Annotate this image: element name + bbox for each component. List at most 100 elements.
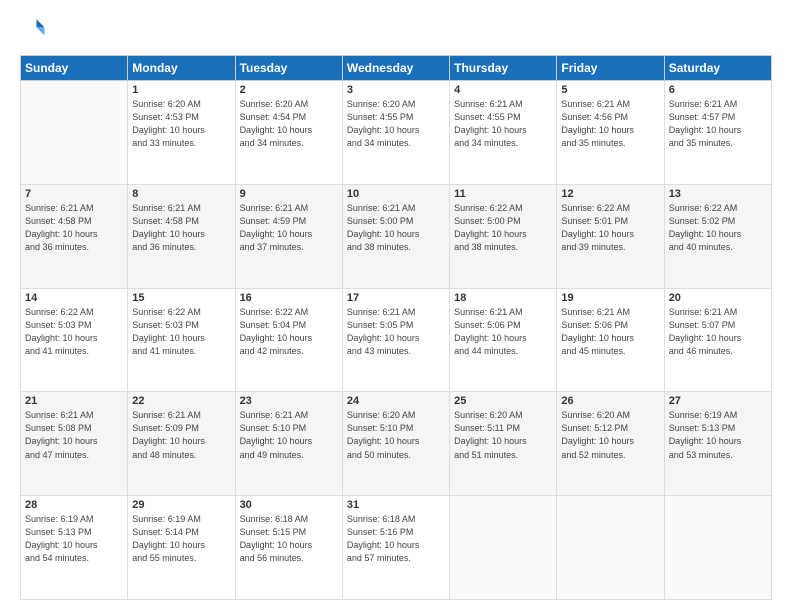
calendar-day-cell bbox=[664, 496, 771, 600]
logo bbox=[20, 16, 46, 45]
day-info: Sunrise: 6:21 AM Sunset: 5:07 PM Dayligh… bbox=[669, 306, 767, 358]
day-number: 21 bbox=[25, 395, 123, 407]
day-number: 3 bbox=[347, 84, 445, 96]
day-info: Sunrise: 6:20 AM Sunset: 5:11 PM Dayligh… bbox=[454, 409, 552, 461]
day-number: 8 bbox=[132, 188, 230, 200]
calendar-day-cell: 2 Sunrise: 6:20 AM Sunset: 4:54 PM Daylig… bbox=[235, 81, 342, 185]
day-number: 2 bbox=[240, 84, 338, 96]
day-number: 16 bbox=[240, 292, 338, 304]
day-info: Sunrise: 6:21 AM Sunset: 5:10 PM Dayligh… bbox=[240, 409, 338, 461]
calendar-day-cell: 13 Sunrise: 6:22 AM Sunset: 5:02 PM Dayli… bbox=[664, 184, 771, 288]
day-number: 7 bbox=[25, 188, 123, 200]
day-info: Sunrise: 6:22 AM Sunset: 5:03 PM Dayligh… bbox=[25, 306, 123, 358]
calendar-day-cell: 6Sunrise: 6:21 AM Sunset: 4:57 PM Daylig… bbox=[664, 81, 771, 185]
calendar-body: 1 Sunrise: 6:20 AM Sunset: 4:53 PM Daylig… bbox=[21, 81, 772, 600]
calendar-day-cell: 31 Sunrise: 6:18 AM Sunset: 5:16 PM Dayli… bbox=[342, 496, 449, 600]
day-info: Sunrise: 6:22 AM Sunset: 5:04 PM Dayligh… bbox=[240, 306, 338, 358]
weekday-header: Thursday bbox=[450, 56, 557, 81]
day-number: 13 bbox=[669, 188, 767, 200]
day-number: 22 bbox=[132, 395, 230, 407]
day-number: 1 bbox=[132, 84, 230, 96]
day-number: 6 bbox=[669, 84, 767, 96]
calendar-day-cell: 7 Sunrise: 6:21 AM Sunset: 4:58 PM Daylig… bbox=[21, 184, 128, 288]
calendar-table: SundayMondayTuesdayWednesdayThursdayFrid… bbox=[20, 55, 772, 600]
day-number: 20 bbox=[669, 292, 767, 304]
calendar-day-cell: 18 Sunrise: 6:21 AM Sunset: 5:06 PM Dayli… bbox=[450, 288, 557, 392]
calendar-day-cell: 16 Sunrise: 6:22 AM Sunset: 5:04 PM Dayli… bbox=[235, 288, 342, 392]
day-number: 23 bbox=[240, 395, 338, 407]
day-number: 24 bbox=[347, 395, 445, 407]
calendar-day-cell bbox=[557, 496, 664, 600]
day-info: Sunrise: 6:22 AM Sunset: 5:01 PM Dayligh… bbox=[561, 202, 659, 254]
calendar-day-cell: 9Sunrise: 6:21 AM Sunset: 4:59 PM Daylig… bbox=[235, 184, 342, 288]
day-number: 4 bbox=[454, 84, 552, 96]
day-number: 10 bbox=[347, 188, 445, 200]
calendar-day-cell: 11 Sunrise: 6:22 AM Sunset: 5:00 PM Dayli… bbox=[450, 184, 557, 288]
calendar-day-cell: 8 Sunrise: 6:21 AM Sunset: 4:58 PM Daylig… bbox=[128, 184, 235, 288]
day-number: 26 bbox=[561, 395, 659, 407]
day-number: 15 bbox=[132, 292, 230, 304]
day-number: 12 bbox=[561, 188, 659, 200]
calendar-day-cell bbox=[450, 496, 557, 600]
day-info: Sunrise: 6:21 AM Sunset: 5:06 PM Dayligh… bbox=[454, 306, 552, 358]
day-info: Sunrise: 6:21 AM Sunset: 5:05 PM Dayligh… bbox=[347, 306, 445, 358]
day-info: Sunrise: 6:21 AM Sunset: 4:56 PM Dayligh… bbox=[561, 98, 659, 150]
day-info: Sunrise: 6:20 AM Sunset: 5:10 PM Dayligh… bbox=[347, 409, 445, 461]
day-number: 29 bbox=[132, 499, 230, 511]
calendar-day-cell: 12 Sunrise: 6:22 AM Sunset: 5:01 PM Dayli… bbox=[557, 184, 664, 288]
calendar-day-cell: 25 Sunrise: 6:20 AM Sunset: 5:11 PM Dayli… bbox=[450, 392, 557, 496]
calendar-day-cell: 1 Sunrise: 6:20 AM Sunset: 4:53 PM Daylig… bbox=[128, 81, 235, 185]
weekday-header: Sunday bbox=[21, 56, 128, 81]
calendar-day-cell: 5 Sunrise: 6:21 AM Sunset: 4:56 PM Daylig… bbox=[557, 81, 664, 185]
calendar-day-cell: 24 Sunrise: 6:20 AM Sunset: 5:10 PM Dayli… bbox=[342, 392, 449, 496]
day-number: 25 bbox=[454, 395, 552, 407]
day-info: Sunrise: 6:19 AM Sunset: 5:14 PM Dayligh… bbox=[132, 513, 230, 565]
day-info: Sunrise: 6:20 AM Sunset: 4:55 PM Dayligh… bbox=[347, 98, 445, 150]
calendar-header-row: SundayMondayTuesdayWednesdayThursdayFrid… bbox=[21, 56, 772, 81]
calendar-day-cell: 15 Sunrise: 6:22 AM Sunset: 5:03 PM Dayli… bbox=[128, 288, 235, 392]
day-number: 17 bbox=[347, 292, 445, 304]
calendar-week-row: 21Sunrise: 6:21 AM Sunset: 5:08 PM Dayli… bbox=[21, 392, 772, 496]
day-info: Sunrise: 6:21 AM Sunset: 5:00 PM Dayligh… bbox=[347, 202, 445, 254]
day-info: Sunrise: 6:18 AM Sunset: 5:16 PM Dayligh… bbox=[347, 513, 445, 565]
day-info: Sunrise: 6:18 AM Sunset: 5:15 PM Dayligh… bbox=[240, 513, 338, 565]
calendar-day-cell: 21Sunrise: 6:21 AM Sunset: 5:08 PM Dayli… bbox=[21, 392, 128, 496]
calendar-day-cell: 26 Sunrise: 6:20 AM Sunset: 5:12 PM Dayli… bbox=[557, 392, 664, 496]
day-info: Sunrise: 6:21 AM Sunset: 4:59 PM Dayligh… bbox=[240, 202, 338, 254]
day-info: Sunrise: 6:20 AM Sunset: 5:12 PM Dayligh… bbox=[561, 409, 659, 461]
day-info: Sunrise: 6:22 AM Sunset: 5:02 PM Dayligh… bbox=[669, 202, 767, 254]
weekday-header: Wednesday bbox=[342, 56, 449, 81]
day-number: 31 bbox=[347, 499, 445, 511]
day-number: 28 bbox=[25, 499, 123, 511]
day-number: 30 bbox=[240, 499, 338, 511]
day-info: Sunrise: 6:21 AM Sunset: 4:55 PM Dayligh… bbox=[454, 98, 552, 150]
day-info: Sunrise: 6:20 AM Sunset: 4:53 PM Dayligh… bbox=[132, 98, 230, 150]
day-info: Sunrise: 6:22 AM Sunset: 5:03 PM Dayligh… bbox=[132, 306, 230, 358]
calendar-day-cell: 10 Sunrise: 6:21 AM Sunset: 5:00 PM Dayli… bbox=[342, 184, 449, 288]
day-info: Sunrise: 6:21 AM Sunset: 4:58 PM Dayligh… bbox=[25, 202, 123, 254]
day-number: 19 bbox=[561, 292, 659, 304]
weekday-header: Monday bbox=[128, 56, 235, 81]
day-number: 27 bbox=[669, 395, 767, 407]
day-info: Sunrise: 6:22 AM Sunset: 5:00 PM Dayligh… bbox=[454, 202, 552, 254]
day-number: 18 bbox=[454, 292, 552, 304]
calendar-day-cell: 29 Sunrise: 6:19 AM Sunset: 5:14 PM Dayli… bbox=[128, 496, 235, 600]
day-info: Sunrise: 6:21 AM Sunset: 5:09 PM Dayligh… bbox=[132, 409, 230, 461]
calendar-day-cell: 20 Sunrise: 6:21 AM Sunset: 5:07 PM Dayli… bbox=[664, 288, 771, 392]
day-number: 5 bbox=[561, 84, 659, 96]
day-info: Sunrise: 6:20 AM Sunset: 4:54 PM Dayligh… bbox=[240, 98, 338, 150]
day-info: Sunrise: 6:21 AM Sunset: 5:06 PM Dayligh… bbox=[561, 306, 659, 358]
calendar-day-cell: 17 Sunrise: 6:21 AM Sunset: 5:05 PM Dayli… bbox=[342, 288, 449, 392]
calendar-week-row: 7 Sunrise: 6:21 AM Sunset: 4:58 PM Daylig… bbox=[21, 184, 772, 288]
weekday-header: Tuesday bbox=[235, 56, 342, 81]
calendar-day-cell: 30 Sunrise: 6:18 AM Sunset: 5:15 PM Dayli… bbox=[235, 496, 342, 600]
calendar-day-cell: 22 Sunrise: 6:21 AM Sunset: 5:09 PM Dayli… bbox=[128, 392, 235, 496]
day-number: 14 bbox=[25, 292, 123, 304]
day-number: 11 bbox=[454, 188, 552, 200]
calendar-day-cell: 28 Sunrise: 6:19 AM Sunset: 5:13 PM Dayli… bbox=[21, 496, 128, 600]
logo-icon bbox=[22, 16, 46, 40]
page: SundayMondayTuesdayWednesdayThursdayFrid… bbox=[0, 0, 792, 612]
day-info: Sunrise: 6:21 AM Sunset: 4:58 PM Dayligh… bbox=[132, 202, 230, 254]
calendar-day-cell: 19 Sunrise: 6:21 AM Sunset: 5:06 PM Dayli… bbox=[557, 288, 664, 392]
day-info: Sunrise: 6:19 AM Sunset: 5:13 PM Dayligh… bbox=[25, 513, 123, 565]
